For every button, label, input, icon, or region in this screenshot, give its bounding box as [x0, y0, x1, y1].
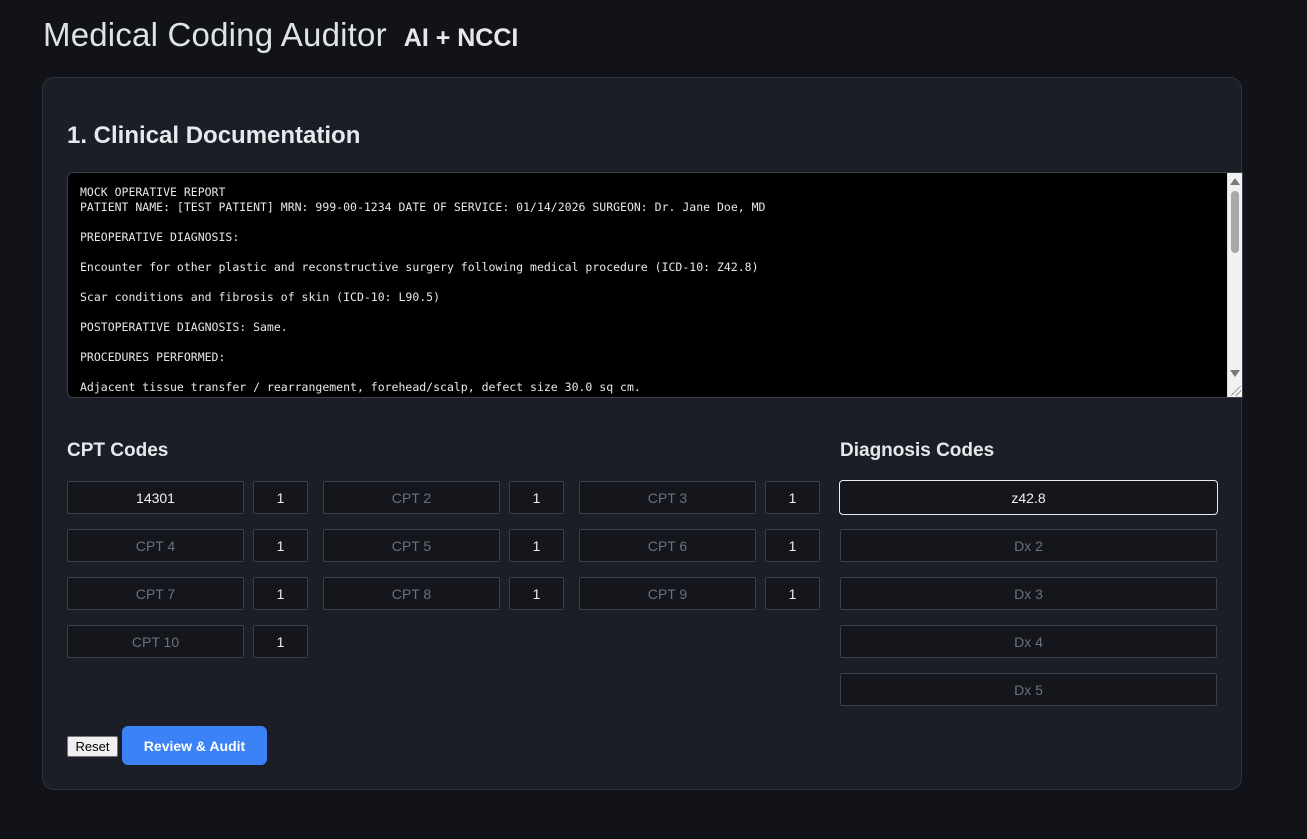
- cpt-qty-input-7[interactable]: [253, 577, 308, 610]
- textarea-scrollbar[interactable]: [1227, 173, 1242, 397]
- dx-code-input-3[interactable]: [840, 577, 1217, 610]
- app-badge: AI + NCCI: [403, 24, 519, 52]
- dx-code-input-1[interactable]: [839, 480, 1218, 515]
- cpt-code-input-1[interactable]: [67, 481, 244, 514]
- cpt-code-input-3[interactable]: [579, 481, 756, 514]
- cpt-qty-input-6[interactable]: [765, 529, 820, 562]
- scroll-thumb[interactable]: [1231, 191, 1239, 253]
- resize-grip-icon[interactable]: [1231, 386, 1241, 396]
- diagnosis-codes-title: Diagnosis Codes: [840, 440, 995, 461]
- cpt-qty-input-2[interactable]: [509, 481, 564, 514]
- cpt-code-input-9[interactable]: [579, 577, 756, 610]
- cpt-code-input-2[interactable]: [323, 481, 500, 514]
- cpt-qty-input-10[interactable]: [253, 625, 308, 658]
- cpt-qty-input-4[interactable]: [253, 529, 308, 562]
- scroll-down-arrow-icon[interactable]: [1230, 370, 1240, 377]
- main-panel: 1. Clinical Documentation MOCK OPERATIVE…: [42, 77, 1243, 790]
- scroll-up-arrow-icon[interactable]: [1230, 178, 1240, 185]
- cpt-qty-input-3[interactable]: [765, 481, 820, 514]
- cpt-code-input-8[interactable]: [323, 577, 500, 610]
- cpt-code-input-5[interactable]: [323, 529, 500, 562]
- reset-button[interactable]: Reset: [67, 736, 118, 757]
- clinical-documentation-textarea[interactable]: MOCK OPERATIVE REPORT PATIENT NAME: [TES…: [67, 172, 1243, 398]
- dx-code-input-5[interactable]: [840, 673, 1217, 706]
- cpt-qty-input-5[interactable]: [509, 529, 564, 562]
- review-audit-button[interactable]: Review & Audit: [122, 726, 267, 765]
- app-header: Medical Coding Auditor AI + NCCI: [43, 16, 518, 54]
- cpt-qty-input-1[interactable]: [253, 481, 308, 514]
- app-title: Medical Coding Auditor: [43, 16, 387, 53]
- cpt-code-input-6[interactable]: [579, 529, 756, 562]
- cpt-code-input-10[interactable]: [67, 625, 244, 658]
- cpt-code-input-7[interactable]: [67, 577, 244, 610]
- section-title: 1. Clinical Documentation: [67, 122, 361, 149]
- dx-code-input-4[interactable]: [840, 625, 1217, 658]
- cpt-qty-input-9[interactable]: [765, 577, 820, 610]
- cpt-code-input-4[interactable]: [67, 529, 244, 562]
- dx-code-input-2[interactable]: [840, 529, 1217, 562]
- clinical-documentation-text: MOCK OPERATIVE REPORT PATIENT NAME: [TES…: [80, 185, 766, 394]
- cpt-qty-input-8[interactable]: [509, 577, 564, 610]
- cpt-codes-title: CPT Codes: [67, 440, 169, 461]
